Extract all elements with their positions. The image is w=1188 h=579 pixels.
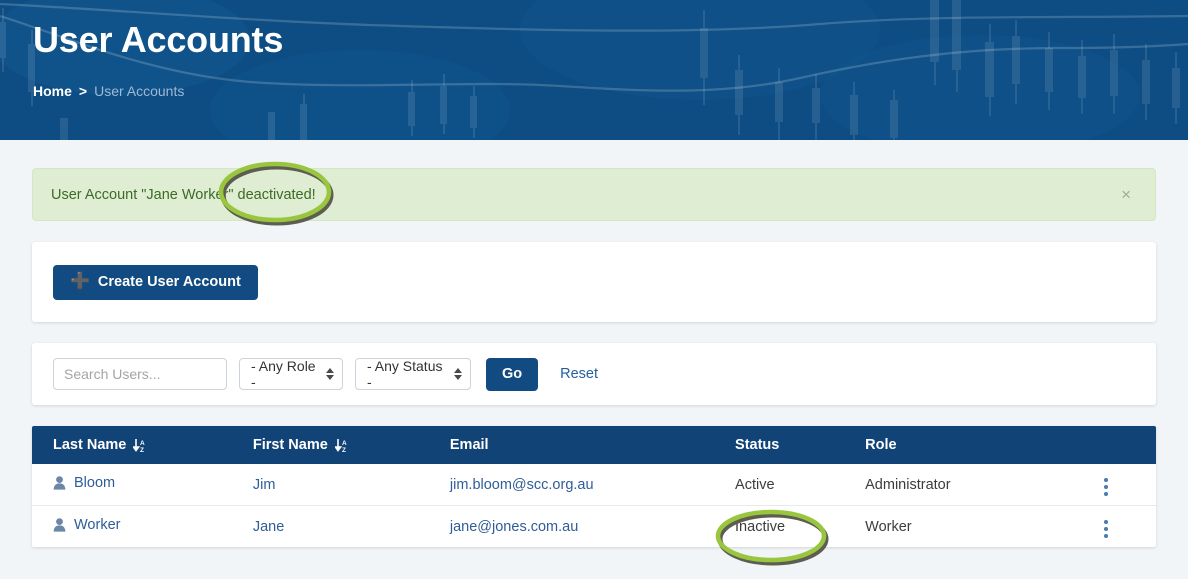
cell-last-name: Bloom [32,464,253,506]
cell-email: jane@jones.com.au [450,506,735,548]
column-header-status: Status [735,426,866,464]
breadcrumb-current: User Accounts [94,83,185,99]
cell-actions [1098,506,1156,548]
cell-role: Worker [865,518,912,535]
cell-first-name: Jane [253,506,450,548]
table-body: Bloom Jim jim.bloom@scc.org.au Active Ad… [32,464,1156,547]
column-header-first-name-label: First Name [252,437,328,453]
main-content: User Account "Jane Worker" deactivated! … [0,168,1188,547]
users-table-container: Last Name A Z First Name A Z Email Statu… [32,426,1156,547]
alert-message: User Account "Jane Worker" deactivated! [51,186,316,203]
table-row: Bloom Jim jim.bloom@scc.org.au Active Ad… [32,464,1156,506]
svg-text:A: A [342,440,347,447]
email-link[interactable]: jane@jones.com.au [450,519,578,535]
column-header-last-name[interactable]: Last Name A Z [32,426,253,464]
cell-email: jim.bloom@scc.org.au [449,464,736,506]
status-filter-select[interactable]: - Any Status - [355,358,471,390]
cell-first-name: Jim [252,464,450,506]
svg-text:Z: Z [342,447,346,453]
cell-status: Active [735,464,866,506]
page-header: User Accounts Home > User Accounts [0,0,1188,140]
table-row: Worker Jane jane@jones.com.au Inactive W… [32,506,1156,548]
email-link[interactable]: jim.bloom@scc.org.au [450,477,594,493]
column-header-last-name-label: Last Name [53,437,127,453]
user-icon [53,518,66,532]
create-user-account-button[interactable]: ➕ Create User Account [53,264,258,300]
cell-status: Inactive [735,518,786,535]
last-name-link[interactable]: Worker [74,517,120,533]
create-user-card: ➕ Create User Account [32,242,1156,322]
user-icon [53,476,66,490]
table-header: Last Name A Z First Name A Z Email Statu… [32,426,1156,464]
svg-text:A: A [140,440,145,447]
column-header-role: Role [865,426,1098,464]
column-header-first-name[interactable]: First Name A Z [252,426,450,464]
first-name-link[interactable]: Jane [253,519,284,535]
page-title: User Accounts [33,19,284,60]
column-header-actions [1098,426,1156,464]
first-name-link[interactable]: Jim [253,477,276,493]
chevron-updown-icon [454,368,462,380]
chevron-updown-icon [326,368,334,380]
svg-text:Z: Z [140,447,144,453]
breadcrumb-home-link[interactable]: Home [33,83,72,99]
deactivation-alert: User Account "Jane Worker" deactivated! … [32,168,1156,221]
row-actions-menu-icon[interactable] [1098,474,1114,500]
users-table: Last Name A Z First Name A Z Email Statu… [32,426,1156,547]
row-actions-menu-icon[interactable] [1098,516,1114,542]
breadcrumb-separator: > [78,83,88,99]
plus-icon: ➕ [70,273,90,290]
breadcrumb: Home > User Accounts [33,82,1188,100]
sort-descending-icon: A Z [333,438,348,454]
last-name-link[interactable]: Bloom [74,475,115,491]
cell-actions [1098,464,1156,506]
filter-card: - Any Role - - Any Status - Go Reset [32,343,1156,405]
column-header-email: Email [449,426,736,464]
table-header-row: Last Name A Z First Name A Z Email Statu… [32,426,1156,464]
go-button[interactable]: Go [486,357,539,391]
search-input[interactable] [53,358,227,390]
status-filter-value: - Any Status - [367,358,443,390]
cell-role: Administrator [865,464,1098,506]
sort-descending-icon: A Z [132,438,146,454]
create-user-account-label: Create User Account [97,274,241,290]
role-filter-value: - Any Role - [251,358,316,390]
close-icon[interactable]: × [1115,182,1137,207]
cell-last-name: Worker [32,506,253,548]
reset-link[interactable]: Reset [560,366,598,382]
role-filter-select[interactable]: - Any Role - [239,358,343,390]
